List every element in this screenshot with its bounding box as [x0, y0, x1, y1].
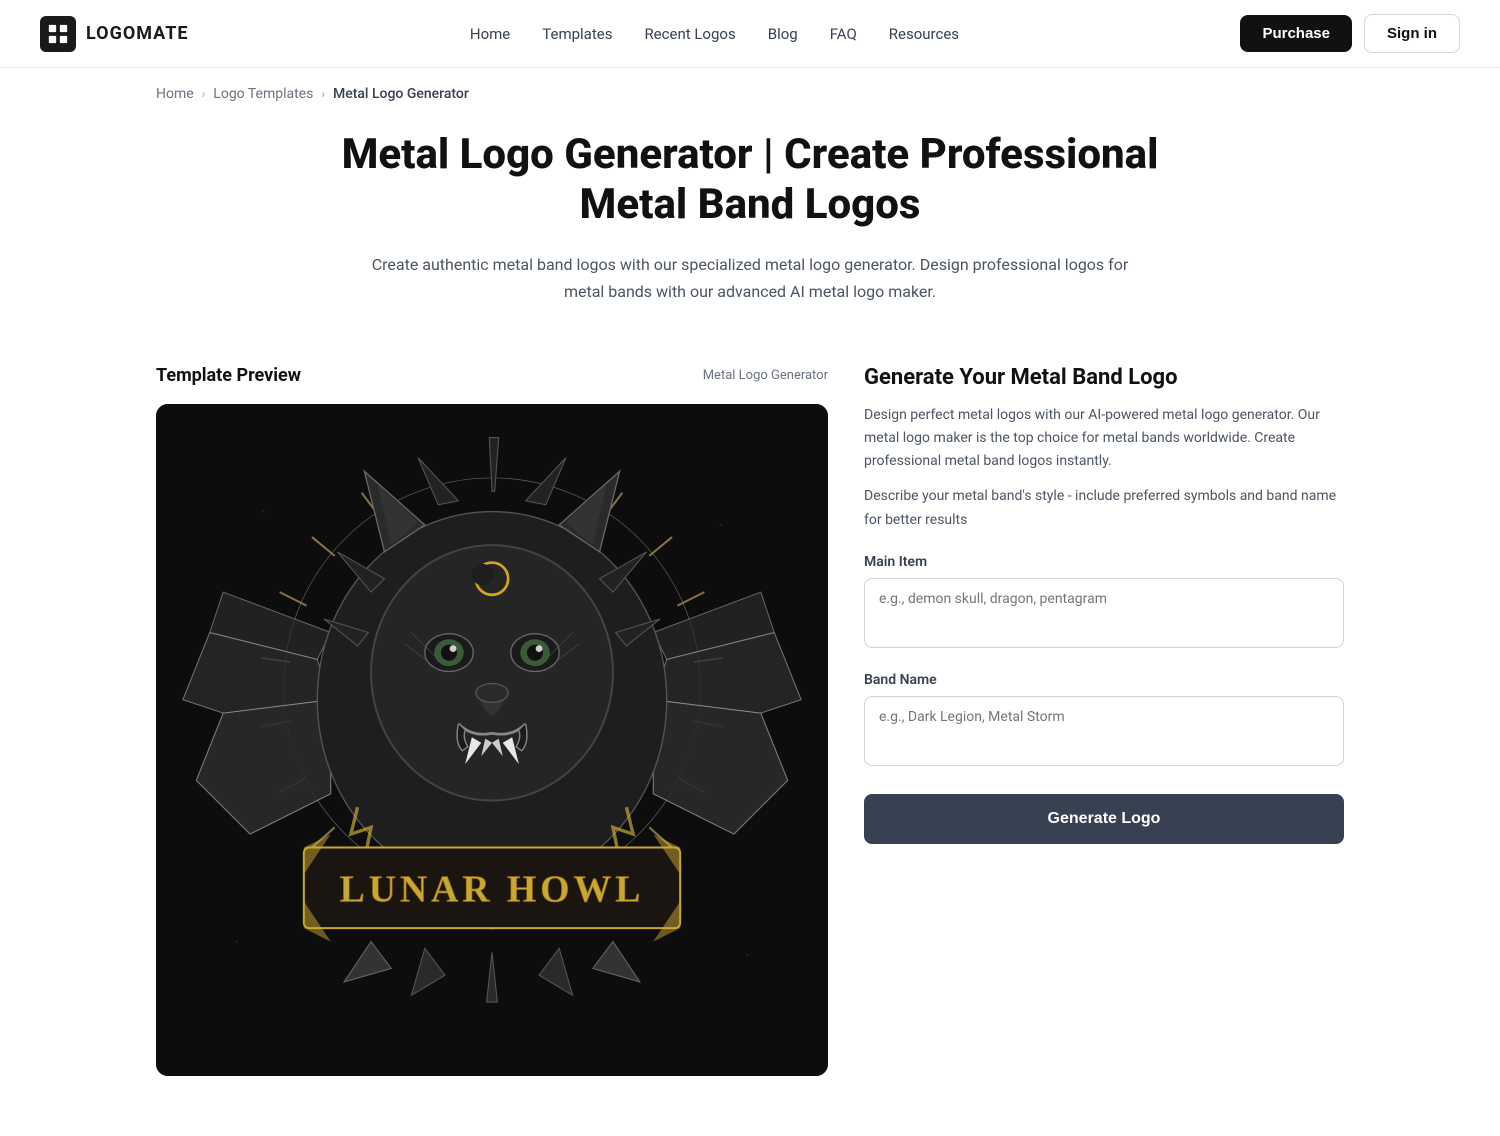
- logo-svg: [47, 23, 69, 45]
- breadcrumb-sep-2: ›: [321, 87, 325, 101]
- main-item-group: Main Item: [864, 554, 1344, 652]
- logo[interactable]: LOGOMATE: [40, 16, 188, 52]
- generate-button[interactable]: Generate Logo: [864, 794, 1344, 844]
- breadcrumb: Home › Logo Templates › Metal Logo Gener…: [0, 68, 1500, 120]
- page-title: Metal Logo Generator | Create Profession…: [300, 130, 1200, 231]
- nav-recent-logos[interactable]: Recent Logos: [644, 25, 735, 43]
- generate-hint: Describe your metal band's style - inclu…: [864, 485, 1344, 531]
- generate-description: Design perfect metal logos with our AI-p…: [864, 404, 1344, 473]
- nav-home[interactable]: Home: [470, 25, 510, 43]
- navbar: LOGOMATE Home Templates Recent Logos Blo…: [0, 0, 1500, 68]
- breadcrumb-current: Metal Logo Generator: [333, 86, 469, 102]
- right-panel: Generate Your Metal Band Logo Design per…: [864, 365, 1344, 843]
- nav-templates[interactable]: Templates: [542, 25, 612, 43]
- breadcrumb-logo-templates[interactable]: Logo Templates: [213, 86, 313, 102]
- main-content: Template Preview Metal Logo Generator: [0, 345, 1500, 1136]
- logo-icon: [40, 16, 76, 52]
- nav-actions: Purchase Sign in: [1240, 14, 1460, 53]
- panel-title: Template Preview: [156, 365, 301, 386]
- main-item-label: Main Item: [864, 554, 1344, 570]
- breadcrumb-sep-1: ›: [202, 87, 206, 101]
- hero-description: Create authentic metal band logos with o…: [370, 251, 1130, 305]
- preview-image: LUNAR HOWL: [156, 404, 828, 1076]
- band-name-label: Band Name: [864, 672, 1344, 688]
- band-name-group: Band Name: [864, 672, 1344, 770]
- logo-text: LOGOMATE: [86, 23, 188, 44]
- nav-blog[interactable]: Blog: [768, 25, 798, 43]
- signin-button[interactable]: Sign in: [1364, 14, 1460, 53]
- nav-faq[interactable]: FAQ: [830, 25, 857, 43]
- purchase-button[interactable]: Purchase: [1240, 15, 1352, 52]
- preview-svg: LUNAR HOWL: [156, 404, 828, 1076]
- band-name-input[interactable]: [864, 696, 1344, 766]
- svg-text:LUNAR HOWL: LUNAR HOWL: [340, 868, 645, 910]
- main-item-input[interactable]: [864, 578, 1344, 648]
- generate-title: Generate Your Metal Band Logo: [864, 365, 1344, 390]
- nav-links: Home Templates Recent Logos Blog FAQ Res…: [470, 24, 959, 43]
- nav-resources[interactable]: Resources: [889, 25, 959, 43]
- breadcrumb-home[interactable]: Home: [156, 86, 194, 102]
- template-label: Metal Logo Generator: [703, 368, 828, 383]
- panel-header: Template Preview Metal Logo Generator: [156, 365, 828, 386]
- left-panel: Template Preview Metal Logo Generator: [156, 365, 828, 1076]
- hero-section: Metal Logo Generator | Create Profession…: [0, 120, 1500, 345]
